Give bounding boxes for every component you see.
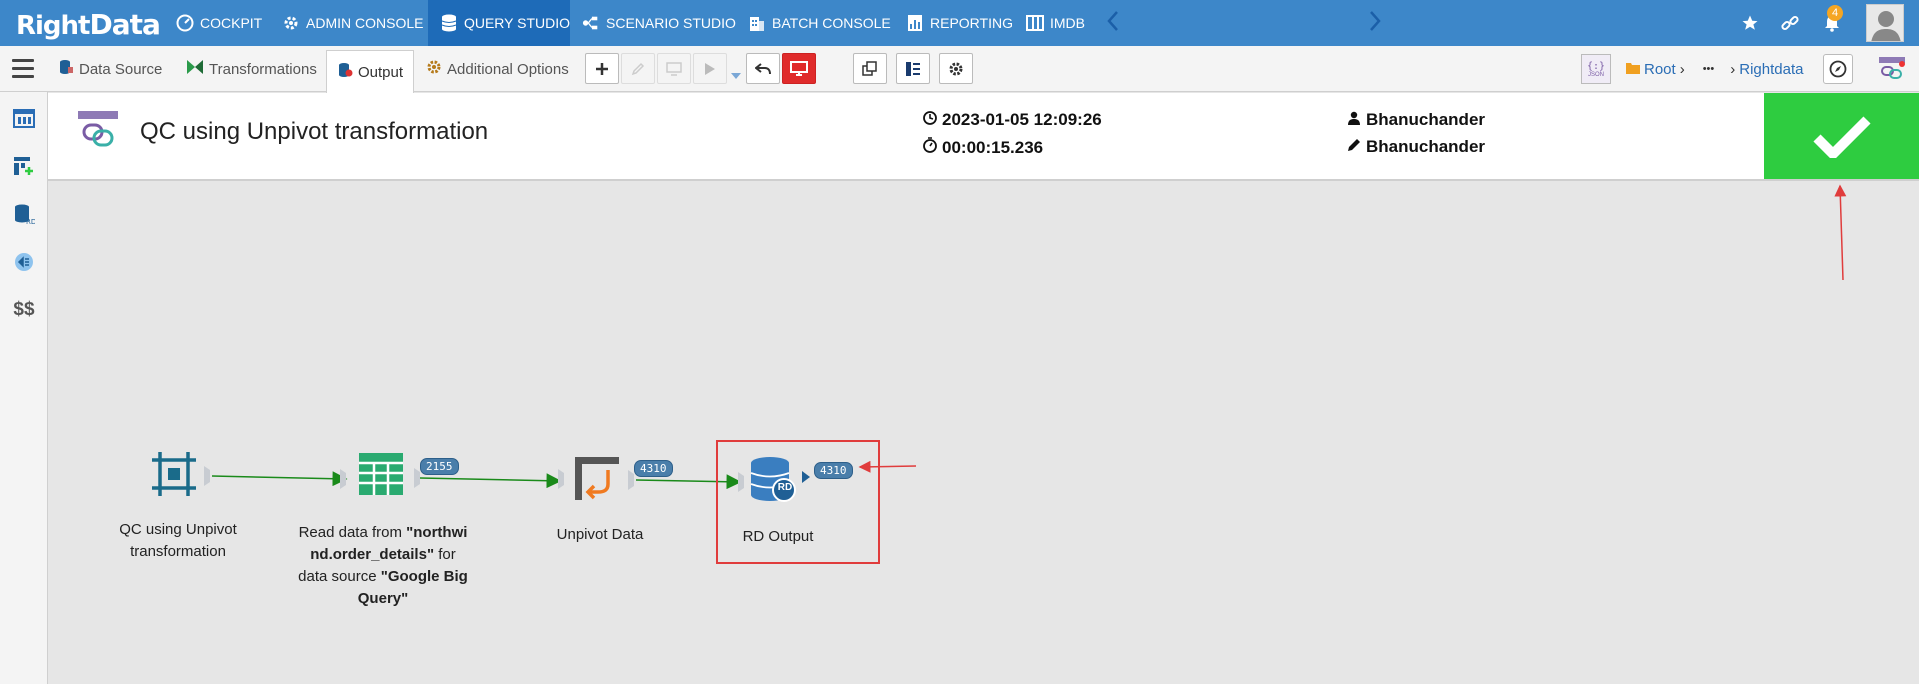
source-output-port[interactable] <box>204 466 210 486</box>
node-source-icon[interactable] <box>150 450 198 503</box>
read-input-port[interactable] <box>340 469 346 489</box>
unpivot-row-count-badge: 4310 <box>634 460 673 477</box>
unpivot-input-port[interactable] <box>558 469 564 489</box>
node-output-rd-mark: RD <box>777 482 793 493</box>
node-unpivot-label: Unpivot Data <box>556 526 644 543</box>
output-row-count-badge: 4310 <box>814 462 853 479</box>
node-unpivot-icon[interactable] <box>574 456 620 507</box>
node-output-label: RD Output <box>742 528 814 545</box>
node-read-table-icon[interactable] <box>358 452 404 501</box>
unpivot-output-port[interactable] <box>628 470 634 490</box>
read-row-count-badge: 2155 <box>420 458 459 475</box>
node-read-label-part1: Read data from <box>298 524 407 541</box>
node-read-label: Read data from "northwind.order_details"… <box>296 522 470 610</box>
annotation-arrow-status <box>1834 184 1847 281</box>
canvas-overlay <box>204 184 1847 492</box>
edge-source-to-read <box>211 471 348 487</box>
edge-read-to-unpivot <box>419 473 562 489</box>
node-source-label: QC using Unpivot transformation <box>119 521 237 560</box>
read-output-port[interactable] <box>414 468 420 488</box>
